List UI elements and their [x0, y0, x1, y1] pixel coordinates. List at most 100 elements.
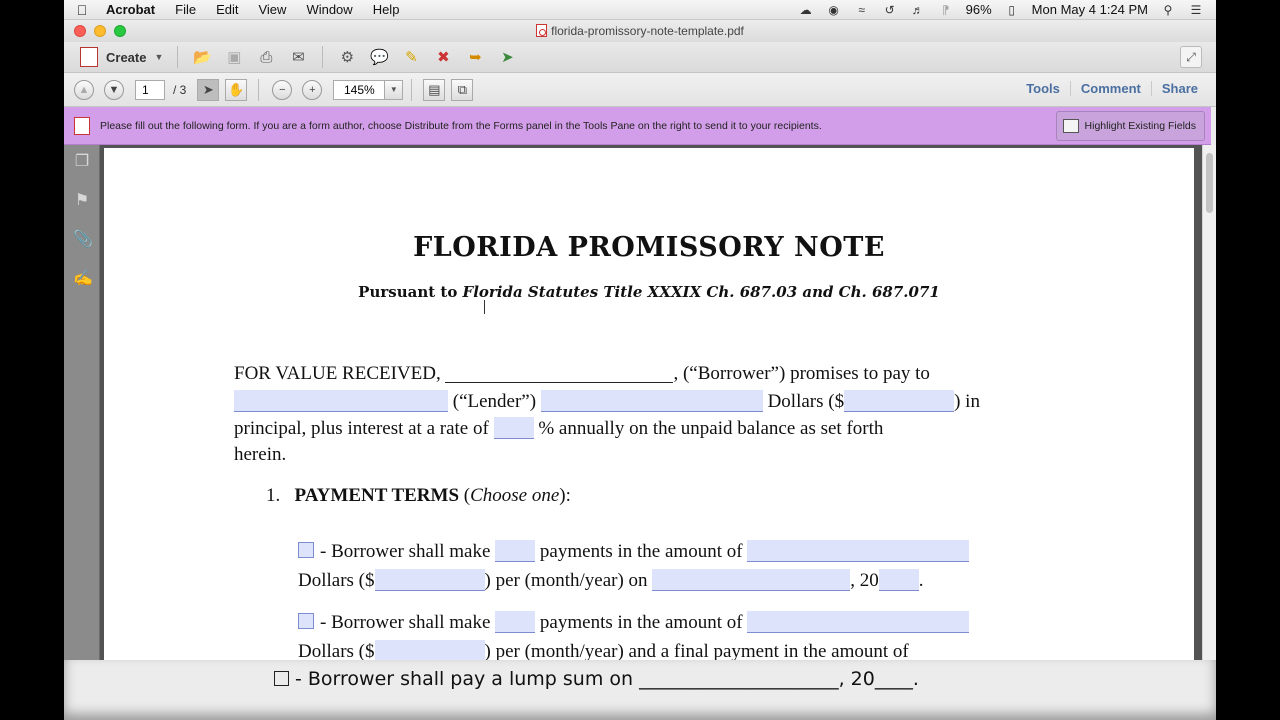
email-icon[interactable]: ✉	[287, 46, 309, 68]
option-2-amount-field[interactable]	[747, 611, 970, 633]
pdf-page: FLORIDA PROMISSORY NOTE Pursuant to Flor…	[104, 148, 1194, 660]
menu-view[interactable]: View	[248, 2, 296, 17]
amount-dollars-field[interactable]	[844, 390, 955, 412]
text: - Borrower shall make	[320, 612, 496, 633]
open-folder-icon[interactable]: 📂	[191, 46, 213, 68]
print-icon[interactable]: ⎙	[255, 46, 277, 68]
save-icon[interactable]: ▣	[223, 46, 245, 68]
option-1-checkbox[interactable]	[298, 542, 314, 558]
fit-page-icon[interactable]: ▤	[423, 78, 446, 101]
signatures-icon[interactable]: ✍	[73, 270, 93, 288]
hand-tool-icon[interactable]: ✋	[225, 78, 248, 101]
bookmarks-icon[interactable]: ⚑	[73, 192, 91, 210]
form-message: Please fill out the following form. If y…	[100, 119, 822, 132]
option-1-date-field[interactable]	[652, 569, 851, 591]
zoom-out-icon[interactable]: −	[272, 79, 293, 100]
time-machine-icon[interactable]: ↺	[882, 3, 898, 17]
form-message-bar: Please fill out the following form. If y…	[64, 107, 1211, 145]
lump-sum-option: - Borrower shall pay a lump sum on _____…	[274, 668, 919, 690]
highlight-fields-label: Highlight Existing Fields	[1084, 120, 1196, 132]
scrollbar-thumb[interactable]	[1206, 153, 1213, 213]
lender-name-field[interactable]	[234, 390, 448, 412]
settings-gear-icon[interactable]: ⚙	[336, 46, 358, 68]
tab-tools[interactable]: Tools	[1016, 81, 1070, 96]
toolbar-divider	[177, 46, 179, 68]
menu-window[interactable]: Window	[296, 2, 362, 17]
zoom-in-icon[interactable]: +	[302, 79, 323, 100]
text: - Borrower shall make	[320, 541, 496, 562]
page-number-input[interactable]: 1	[135, 79, 165, 100]
comment-bubble-icon[interactable]: 💬	[368, 46, 390, 68]
fit-width-icon[interactable]: ⧉	[451, 78, 474, 101]
borrower-name-field[interactable]	[445, 365, 674, 383]
option-1-line-1: - Borrower shall make payments in the am…	[298, 540, 970, 563]
battery-percent[interactable]: 96%	[966, 2, 992, 17]
text: ) per (month/year) and a final payment i…	[484, 641, 909, 660]
document-subtitle: Pursuant to Florida Statutes Title XXXIX…	[104, 283, 1194, 301]
insert-page-icon[interactable]: ➥	[464, 46, 486, 68]
create-button[interactable]: Create ▼	[74, 45, 169, 69]
option-1-dollars-field[interactable]	[374, 569, 485, 591]
clock[interactable]: Mon May 4 1:24 PM	[1032, 2, 1148, 17]
zoom-select[interactable]: 145% ▼	[333, 79, 404, 100]
paragraph-line-2: (“Lender”) Dollars ($) in	[234, 390, 980, 413]
extract-page-icon[interactable]: ➤	[496, 46, 518, 68]
paragraph-line-3: principal, plus interest at a rate of % …	[234, 417, 883, 440]
zoom-value[interactable]: 145%	[333, 79, 386, 100]
option-1-count-field[interactable]	[495, 540, 536, 562]
chevron-down-icon: ▼	[154, 52, 164, 62]
lump-sum-checkbox[interactable]	[274, 671, 289, 686]
section-instruction: Choose one	[470, 485, 560, 506]
text: , (“Borrower”) promises to pay to	[673, 363, 930, 384]
option-2-line-2: Dollars ($) per (month/year) and a final…	[298, 640, 909, 660]
amount-words-field[interactable]	[540, 390, 763, 412]
next-page-icon[interactable]: ▼	[104, 79, 124, 100]
option-2-count-field[interactable]	[495, 611, 536, 633]
toolbar-divider	[258, 78, 260, 101]
battery-icon[interactable]: ▯	[1004, 3, 1020, 17]
text: .	[918, 570, 924, 591]
menu-edit[interactable]: Edit	[206, 2, 248, 17]
record-icon[interactable]: ◉	[826, 3, 842, 17]
delete-page-icon[interactable]: ✖	[432, 46, 454, 68]
subtitle-statute: Florida Statutes Title XXXIX Ch. 687.03 …	[462, 283, 940, 301]
section-title: PAYMENT TERMS	[294, 485, 460, 506]
fullscreen-expand-icon[interactable]: ⤢	[1180, 46, 1202, 68]
text: principal, plus interest at a rate of	[234, 418, 494, 439]
bottom-overlay: - Borrower shall pay a lump sum on _____…	[64, 660, 1216, 720]
select-cursor-icon[interactable]: ➤	[197, 78, 220, 101]
option-2-dollars-field[interactable]	[374, 640, 485, 660]
paragraph-line-1: FOR VALUE RECEIVED, , (“Borrower”) promi…	[234, 363, 930, 385]
interest-rate-field[interactable]	[493, 417, 534, 439]
menu-app-name[interactable]: Acrobat	[100, 2, 165, 17]
highlight-text-icon[interactable]: ✎	[400, 46, 422, 68]
menu-help[interactable]: Help	[363, 2, 410, 17]
wifi-icon[interactable]: ≈	[854, 3, 870, 17]
attachments-paperclip-icon[interactable]: 📎	[73, 231, 93, 249]
tab-comment[interactable]: Comment	[1069, 81, 1151, 96]
notification-list-icon[interactable]: ☰	[1188, 3, 1204, 17]
page-total: / 3	[173, 82, 187, 97]
previous-page-icon[interactable]: ▲	[74, 79, 94, 100]
tab-share[interactable]: Share	[1150, 81, 1208, 96]
document-area[interactable]: FLORIDA PROMISSORY NOTE Pursuant to Flor…	[100, 145, 1211, 660]
highlight-fields-button[interactable]: Highlight Existing Fields	[1055, 111, 1205, 141]
apple-icon[interactable]: 	[64, 2, 100, 18]
paragraph-line-4: herein.	[234, 444, 287, 465]
cloud-icon[interactable]: ☁	[798, 3, 814, 17]
menubar:  Acrobat File Edit View Window Help ☁ ◉…	[64, 0, 1216, 20]
page-thumbnails-icon[interactable]: ❐	[73, 153, 91, 171]
highlight-fields-icon	[1062, 119, 1079, 133]
option-1-year-field[interactable]	[878, 569, 919, 591]
bluetooth-icon[interactable]: ⁋	[938, 3, 954, 17]
option-1-line-2: Dollars ($) per (month/year) on , 20.	[298, 569, 924, 592]
spotlight-search-icon[interactable]: ⚲	[1160, 3, 1176, 17]
lump-sum-text: - Borrower shall pay a lump sum on _____…	[295, 668, 919, 690]
volume-icon[interactable]: ♬	[910, 3, 926, 17]
option-1-amount-field[interactable]	[747, 540, 970, 562]
vertical-scrollbar[interactable]	[1202, 145, 1216, 660]
window-title: florida-promissory-note-template.pdf	[64, 24, 1216, 38]
option-2-checkbox[interactable]	[298, 613, 314, 629]
chevron-down-icon[interactable]: ▼	[385, 79, 404, 100]
menu-file[interactable]: File	[165, 2, 206, 17]
